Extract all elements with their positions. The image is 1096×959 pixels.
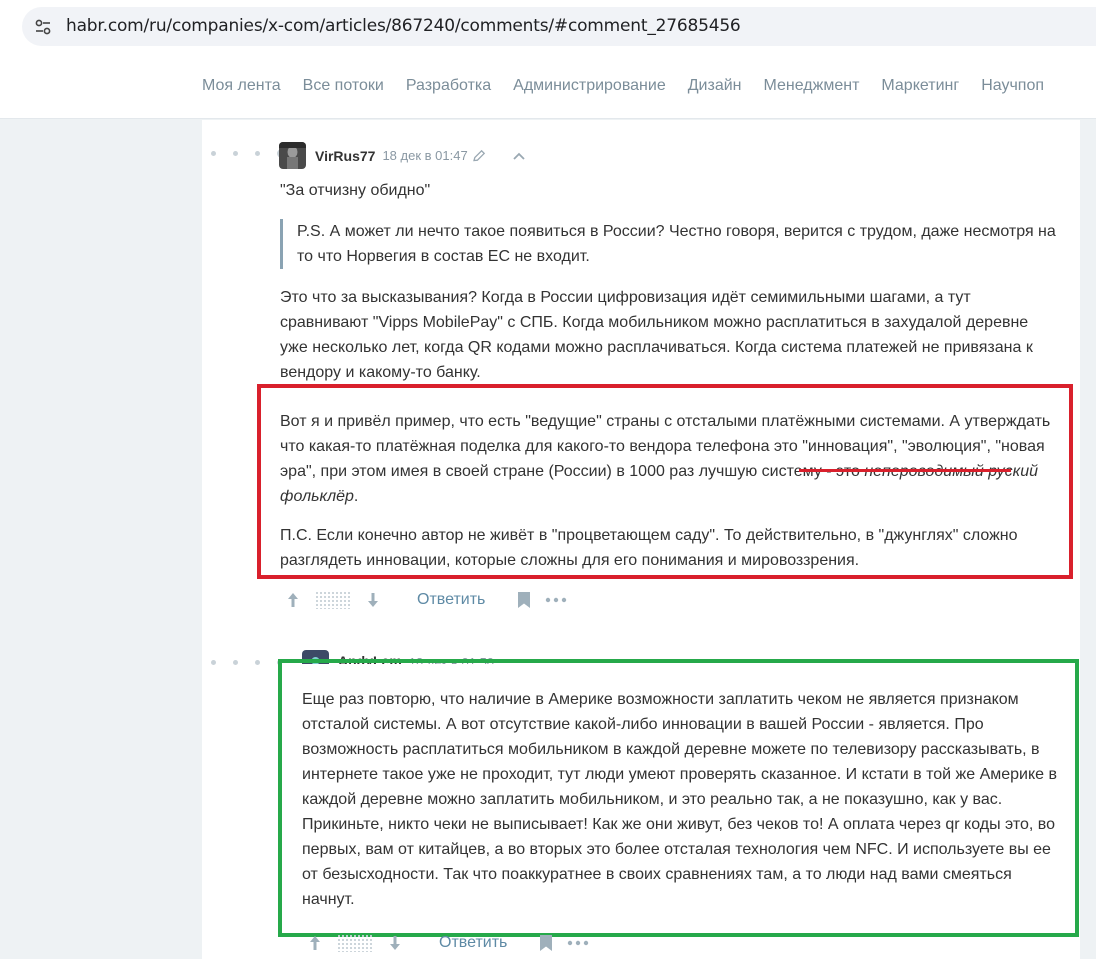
avatar-image-icon — [279, 142, 306, 169]
avatar[interactable] — [279, 142, 306, 169]
score-hidden — [315, 591, 351, 609]
thread-dot — [233, 660, 238, 665]
comment-quote: P.S. А может ли нечто такое появиться в … — [280, 219, 1060, 269]
nav-item-my-feed[interactable]: Моя лента — [202, 77, 281, 95]
bookmark-icon[interactable] — [517, 591, 531, 609]
downvote-arrow-icon[interactable] — [365, 591, 381, 609]
thread-dot — [233, 151, 238, 156]
comment-date[interactable]: 18 дек в 01:47 — [382, 148, 467, 163]
nav-items: Моя лента Все потоки Разработка Админист… — [202, 77, 1066, 95]
upvote-arrow-icon[interactable] — [285, 591, 301, 609]
reply-link[interactable]: Ответить — [417, 591, 485, 609]
thread-dot — [211, 151, 216, 156]
chevron-up-icon[interactable] — [512, 151, 526, 161]
thread-indicator[interactable] — [211, 149, 286, 158]
nav-item-marketing[interactable]: Маркетинг — [881, 77, 959, 95]
comment-paragraph: Это что за высказывания? Когда в России … — [280, 289, 1033, 381]
thread-dot — [211, 660, 216, 665]
browser-address-bar: habr.com/ru/companies/x-com/articles/867… — [0, 0, 1096, 56]
comment-actions: Ответить — [285, 591, 567, 609]
thread-dot — [255, 660, 260, 665]
score-hidden — [337, 934, 373, 952]
downvote-arrow-icon[interactable] — [387, 934, 403, 952]
edited-pencil-icon — [472, 149, 485, 161]
comment-actions: Ответить — [307, 934, 589, 952]
nav-item-design[interactable]: Дизайн — [688, 77, 742, 95]
more-options-icon[interactable] — [567, 940, 589, 946]
thread-dot — [255, 151, 260, 156]
site-settings-icon[interactable] — [34, 18, 52, 36]
nav-item-administration[interactable]: Администрирование — [513, 77, 666, 95]
comment-author[interactable]: VirRus77 — [315, 148, 375, 164]
url-field[interactable]: habr.com/ru/companies/x-com/articles/867… — [22, 7, 1096, 46]
red-highlight-box — [257, 384, 1073, 579]
top-navigation: Моя лента Все потоки Разработка Админист… — [0, 56, 1096, 119]
comment-intro: "За отчизну обидно" — [280, 182, 431, 199]
bookmark-icon[interactable] — [539, 934, 553, 952]
comment-meta: VirRus77 18 дек в 01:47 — [279, 142, 526, 169]
reply-link[interactable]: Ответить — [439, 934, 507, 952]
nav-item-all-streams[interactable]: Все потоки — [303, 77, 384, 95]
url-text: habr.com/ru/companies/x-com/articles/867… — [66, 16, 741, 36]
nav-item-management[interactable]: Менеджмент — [764, 77, 860, 95]
upvote-arrow-icon[interactable] — [307, 934, 323, 952]
more-options-icon[interactable] — [545, 597, 567, 603]
nav-item-popsci[interactable]: Научпоп — [981, 77, 1044, 95]
quote-text: P.S. А может ли нечто такое появиться в … — [297, 223, 1056, 265]
green-highlight-box — [278, 659, 1079, 937]
nav-item-development[interactable]: Разработка — [406, 77, 491, 95]
